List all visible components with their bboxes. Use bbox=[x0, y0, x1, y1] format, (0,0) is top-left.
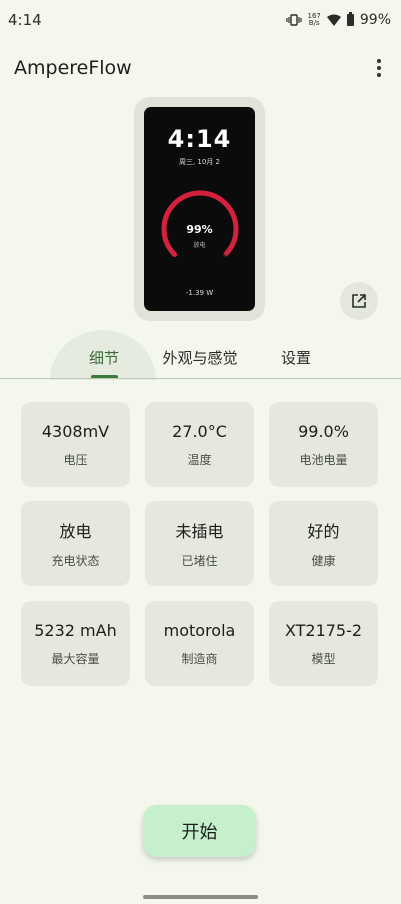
card-plugged: 未插电 已堵住 bbox=[145, 501, 254, 586]
card-temperature: 27.0°C 温度 bbox=[145, 402, 254, 487]
card-model: XT2175-2 模型 bbox=[269, 601, 378, 686]
card-label: 已堵住 bbox=[181, 554, 218, 568]
net-speed: 167 B/s bbox=[308, 13, 321, 27]
card-value: 好的 bbox=[307, 522, 340, 541]
open-external-button[interactable] bbox=[340, 282, 378, 320]
preview-screen: 4:14 周三, 10月 2 99% 放电 -1.39 W bbox=[144, 107, 255, 311]
card-max-capacity: 5232 mAh 最大容量 bbox=[21, 601, 130, 686]
card-value: 5232 mAh bbox=[34, 620, 117, 640]
app-title: AmpereFlow bbox=[14, 57, 132, 79]
card-value: 未插电 bbox=[175, 522, 224, 541]
tab-divider bbox=[0, 378, 401, 379]
status-time: 4:14 bbox=[8, 11, 42, 29]
tab-details[interactable]: 细节 bbox=[54, 336, 154, 378]
preview-date: 周三, 10月 2 bbox=[178, 158, 221, 166]
card-battery-level: 99.0% 电池电量 bbox=[269, 402, 378, 487]
app-bar: AmpereFlow bbox=[0, 50, 401, 86]
home-indicator[interactable] bbox=[143, 895, 258, 899]
card-value: 4308mV bbox=[41, 421, 110, 441]
card-manufacturer: motorola 制造商 bbox=[145, 601, 254, 686]
status-bar: 4:14 167 B/s 99% bbox=[0, 0, 401, 40]
card-value: 放电 bbox=[59, 522, 92, 541]
card-value: 27.0°C bbox=[172, 421, 227, 441]
status-icons: 167 B/s 99% bbox=[285, 12, 391, 28]
card-voltage: 4308mV 电压 bbox=[21, 402, 130, 487]
battery-icon bbox=[346, 12, 354, 26]
lockscreen-preview: 4:14 周三, 10月 2 99% 放电 -1.39 W bbox=[134, 97, 265, 321]
tab-look-and-feel[interactable]: 外观与感觉 bbox=[150, 336, 250, 378]
battery-percent: 99% bbox=[359, 12, 391, 28]
card-label: 充电状态 bbox=[51, 554, 100, 568]
preview-state: 放电 bbox=[193, 242, 206, 249]
card-value: XT2175-2 bbox=[284, 620, 363, 640]
more-options-icon[interactable] bbox=[371, 56, 387, 80]
net-speed-unit: B/s bbox=[308, 19, 320, 27]
screen: 4:14 167 B/s 99% AmpereFlow 4:14 周三, 10月… bbox=[0, 0, 401, 904]
card-label: 最大容量 bbox=[51, 651, 100, 666]
card-charging-state: 放电 充电状态 bbox=[21, 501, 130, 586]
tab-bar: 细节 外观与感觉 设置 bbox=[0, 330, 401, 380]
card-label: 电池电量 bbox=[299, 452, 348, 467]
card-label: 温度 bbox=[187, 452, 212, 467]
preview-percent: 99% bbox=[186, 223, 213, 236]
card-label: 电压 bbox=[63, 452, 88, 467]
card-label: 模型 bbox=[311, 651, 336, 666]
wifi-icon bbox=[326, 14, 341, 26]
tab-settings[interactable]: 设置 bbox=[246, 336, 346, 378]
preview-power: -1.39 W bbox=[185, 289, 214, 297]
card-label: 健康 bbox=[311, 554, 336, 568]
card-value: 99.0% bbox=[298, 421, 349, 441]
start-button[interactable]: 开始 bbox=[143, 805, 256, 857]
card-label: 制造商 bbox=[181, 651, 218, 666]
vibrate-icon bbox=[285, 14, 302, 26]
card-health: 好的 健康 bbox=[269, 501, 378, 586]
open-external-icon bbox=[352, 294, 366, 308]
preview-time: 4:14 bbox=[167, 125, 232, 153]
card-value: motorola bbox=[163, 620, 236, 640]
